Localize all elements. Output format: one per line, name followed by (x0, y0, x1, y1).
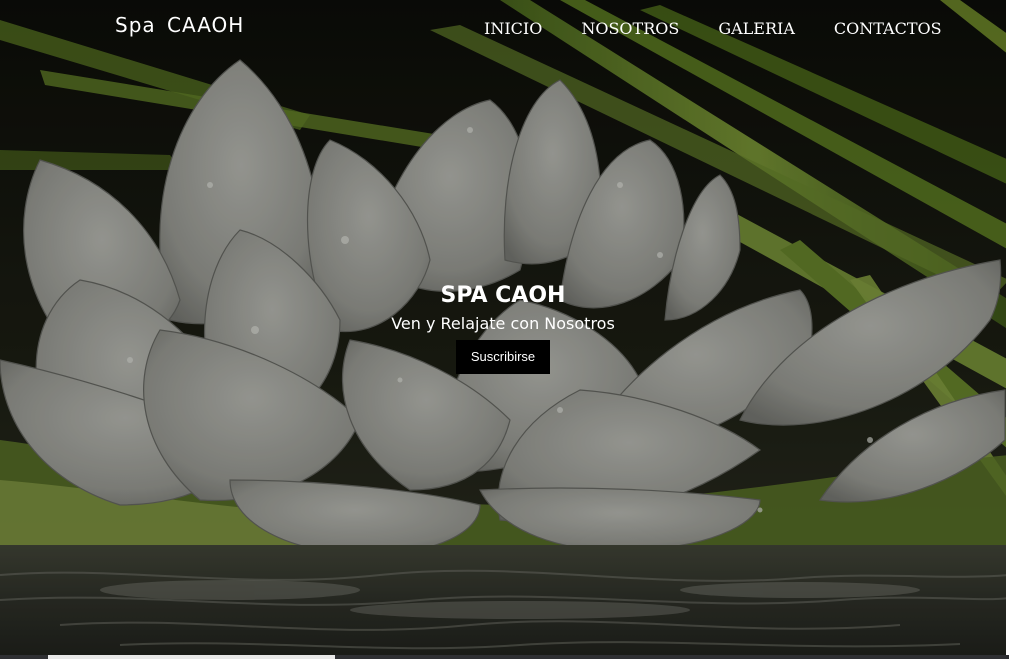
nav-link-nosotros[interactable]: NOSOTROS (581, 19, 679, 38)
nav-link-galeria[interactable]: GALERIA (718, 19, 795, 38)
subscribe-button[interactable]: Suscribirse (455, 340, 551, 374)
bottom-scrollbar-thumb[interactable] (48, 655, 335, 659)
hero-subtitle: Ven y Relajate con Nosotros (391, 314, 615, 333)
hero-title: SPA CAOH (440, 283, 566, 308)
nav-link-contactos[interactable]: CONTACTOS (834, 19, 942, 38)
hero-content: SPA CAOH Ven y Relajate con Nosotros Sus… (0, 282, 1006, 374)
brand-logo-link[interactable]: Spa CAAOH (115, 13, 244, 37)
nav-item-galeria: GALERIA (718, 19, 834, 38)
nav-item-inicio: INICIO (484, 19, 581, 38)
navbar: Spa CAAOH INICIO NOSOTROS GALERIA CONTAC… (0, 0, 1009, 58)
nav-links: INICIO NOSOTROS GALERIA CONTACTOS (484, 19, 981, 38)
nav-item-nosotros: NOSOTROS (581, 19, 718, 38)
nav-item-contactos: CONTACTOS (834, 19, 981, 38)
page: Spa CAAOH INICIO NOSOTROS GALERIA CONTAC… (0, 0, 1009, 659)
nav-link-inicio[interactable]: INICIO (484, 19, 542, 38)
bottom-scrollbar[interactable] (0, 655, 1009, 659)
